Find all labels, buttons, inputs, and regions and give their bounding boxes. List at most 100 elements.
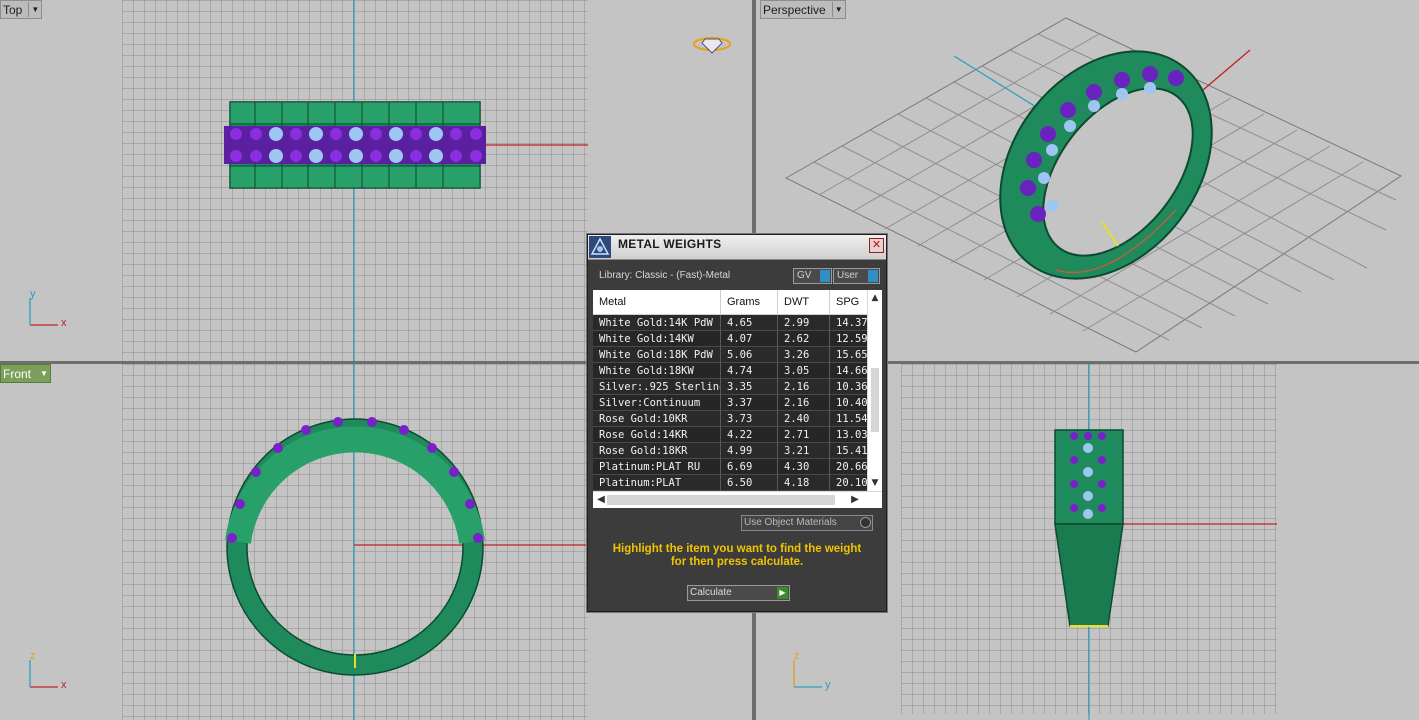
close-icon[interactable]: ✕ xyxy=(869,238,884,253)
metal-table[interactable]: Metal Grams DWT SPG White Gold:14K PdW 4.… xyxy=(593,290,882,508)
chevron-down-icon[interactable]: ▼ xyxy=(831,2,845,17)
table-row[interactable]: Platinum:PLAT RU 6.69 4.30 20.66 xyxy=(593,459,868,475)
gv-toggle[interactable]: GV xyxy=(793,268,832,284)
table-header: Metal Grams DWT SPG xyxy=(593,290,868,315)
ring-side-view xyxy=(1054,429,1124,627)
user-toggle[interactable]: User xyxy=(833,268,880,284)
table-cell: 6.69 xyxy=(721,459,778,475)
axis-gizmo-top xyxy=(29,298,58,326)
axis-label-z: z xyxy=(794,650,800,662)
table-row[interactable]: White Gold:18K PdW 5.06 3.26 15.65 xyxy=(593,347,868,363)
table-cell: 4.65 xyxy=(721,315,778,331)
viewport-name: Top xyxy=(3,2,23,17)
table-cell: 10.36 xyxy=(830,379,868,395)
table-row[interactable]: Rose Gold:18KR 4.99 3.21 15.41 xyxy=(593,443,868,459)
table-cell: 10.40 xyxy=(830,395,868,411)
table-cell: 3.37 xyxy=(721,395,778,411)
toggle-switch-icon xyxy=(820,270,830,282)
table-row[interactable]: Platinum:PLAT 6.50 4.18 20.10 xyxy=(593,475,868,491)
viewport-label-front[interactable]: Front ▼ xyxy=(0,364,52,383)
user-toggle-label: User xyxy=(837,270,859,281)
viewport-label-perspective[interactable]: Perspective ▼ xyxy=(760,0,846,19)
table-cell: Rose Gold:14KR xyxy=(593,427,721,443)
table-cell: Platinum:PLAT RU xyxy=(593,459,721,475)
column-header-spg[interactable]: SPG xyxy=(830,290,868,314)
table-cell: Silver:.925 Sterling xyxy=(593,379,721,395)
table-cell: 4.99 xyxy=(721,443,778,459)
dialog-title: METAL WEIGHTS xyxy=(618,237,722,251)
gem-icon xyxy=(693,37,731,54)
ring-top-view xyxy=(224,101,486,189)
table-cell: 4.22 xyxy=(721,427,778,443)
table-row[interactable]: Rose Gold:10KR 3.73 2.40 11.54 xyxy=(593,411,868,427)
table-cell: 11.54 xyxy=(830,411,868,427)
toggle-switch-icon xyxy=(868,270,878,282)
table-cell: 3.73 xyxy=(721,411,778,427)
table-cell: White Gold:18K PdW xyxy=(593,347,721,363)
table-cell: 2.71 xyxy=(778,427,830,443)
table-cell: 15.65 xyxy=(830,347,868,363)
calculate-button[interactable]: Calculate ▶ xyxy=(687,585,790,601)
table-row[interactable]: White Gold:14K PdW 4.65 2.99 14.37 xyxy=(593,315,868,331)
table-cell: 20.10 xyxy=(830,475,868,491)
table-cell: 4.18 xyxy=(778,475,830,491)
vertical-scrollbar[interactable]: ▲ ▼ xyxy=(867,290,882,491)
axis-label-x: x xyxy=(61,679,67,691)
table-cell: 3.21 xyxy=(778,443,830,459)
horizontal-scrollbar[interactable]: ◀ ▶ xyxy=(593,491,882,508)
table-cell: 14.66 xyxy=(830,363,868,379)
instruction-text: Highlight the item you want to find the … xyxy=(598,543,876,569)
use-object-materials-checkbox[interactable]: Use Object Materials xyxy=(741,515,873,531)
chevron-left-icon[interactable]: ◀ xyxy=(595,494,607,506)
column-header-grams[interactable]: Grams xyxy=(721,290,778,314)
table-row[interactable]: White Gold:18KW 4.74 3.05 14.66 xyxy=(593,363,868,379)
instruction-line-2: for then press calculate. xyxy=(670,556,804,568)
table-body[interactable]: White Gold:14K PdW 4.65 2.99 14.37 White Gol… xyxy=(593,315,868,491)
viewport-label-top[interactable]: Top ▼ xyxy=(0,0,43,19)
chevron-down-icon[interactable]: ▼ xyxy=(28,2,41,17)
axis-label-y: y xyxy=(30,288,36,300)
chevron-down-icon[interactable]: ▼ xyxy=(37,366,50,381)
table-cell: 3.35 xyxy=(721,379,778,395)
chevron-right-icon[interactable]: ▶ xyxy=(849,494,861,506)
column-header-metal[interactable]: Metal xyxy=(593,290,721,314)
table-row[interactable]: Silver:.925 Sterling 3.35 2.16 10.36 xyxy=(593,379,868,395)
table-cell: Silver:Continuum xyxy=(593,395,721,411)
calculate-label: Calculate xyxy=(690,587,732,598)
axis-label-y: y xyxy=(825,679,831,691)
play-icon: ▶ xyxy=(777,587,788,599)
chevron-up-icon[interactable]: ▲ xyxy=(869,292,881,304)
table-cell: 14.37 xyxy=(830,315,868,331)
table-cell: 4.30 xyxy=(778,459,830,475)
table-cell: 2.62 xyxy=(778,331,830,347)
scroll-thumb[interactable] xyxy=(871,368,879,432)
table-cell: 12.59 xyxy=(830,331,868,347)
table-cell: 6.50 xyxy=(721,475,778,491)
column-header-dwt[interactable]: DWT xyxy=(778,290,830,314)
table-cell: 2.99 xyxy=(778,315,830,331)
instruction-line-1: Highlight the item you want to find the … xyxy=(612,543,862,555)
library-label: Library: Classic - (Fast)-Metal xyxy=(599,270,731,281)
app-logo-icon xyxy=(589,236,611,258)
dialog-titlebar[interactable]: METAL WEIGHTS ✕ xyxy=(588,235,886,260)
table-cell: 5.06 xyxy=(721,347,778,363)
chevron-down-icon[interactable]: ▼ xyxy=(869,477,881,489)
table-cell: 2.40 xyxy=(778,411,830,427)
axis-label-x: x xyxy=(61,317,67,329)
checkbox-icon xyxy=(860,517,871,528)
metal-weights-dialog[interactable]: METAL WEIGHTS ✕ Library: Classic - (Fast… xyxy=(587,234,887,612)
table-cell: Rose Gold:18KR xyxy=(593,443,721,459)
viewport-name: Perspective xyxy=(763,2,826,17)
table-cell: 13.03 xyxy=(830,427,868,443)
table-cell: Rose Gold:10KR xyxy=(593,411,721,427)
table-row[interactable]: Rose Gold:14KR 4.22 2.71 13.03 xyxy=(593,427,868,443)
table-cell: 3.26 xyxy=(778,347,830,363)
axis-gizmo-front xyxy=(29,660,58,688)
scroll-thumb[interactable] xyxy=(607,495,835,505)
table-cell: Platinum:PLAT xyxy=(593,475,721,491)
table-cell: 2.16 xyxy=(778,395,830,411)
table-cell: 4.07 xyxy=(721,331,778,347)
table-row[interactable]: Silver:Continuum 3.37 2.16 10.40 xyxy=(593,395,868,411)
table-row[interactable]: White Gold:14KW 4.07 2.62 12.59 xyxy=(593,331,868,347)
table-cell: 15.41 xyxy=(830,443,868,459)
